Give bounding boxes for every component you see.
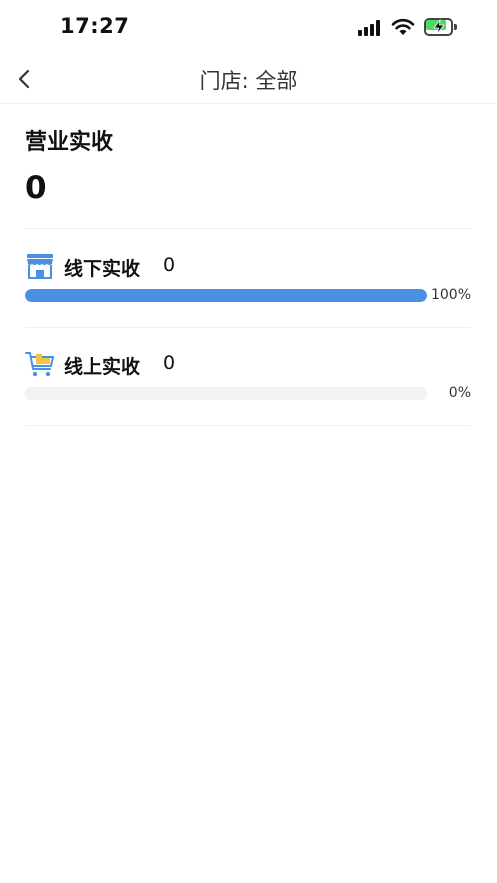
signal-icon <box>358 20 384 36</box>
page-title: 门店: 全部 <box>199 69 298 93</box>
offline-progress-bar <box>25 289 427 302</box>
offline-revenue-label: 线下实收 <box>64 258 141 280</box>
wifi-icon <box>391 18 415 35</box>
shopping-cart-icon <box>25 352 54 377</box>
online-progress-bar <box>25 387 427 400</box>
divider <box>25 228 471 229</box>
status-time: 17:27 <box>60 14 130 38</box>
summary-value: 0 <box>25 170 47 206</box>
status-bar: 17:27 <box>0 0 497 54</box>
storefront-icon <box>27 254 53 279</box>
online-revenue-amount: 0 <box>163 352 176 374</box>
online-revenue-section: 线上实收 0 0% <box>25 349 471 425</box>
divider <box>25 327 471 328</box>
summary-label: 营业实收 <box>25 130 114 155</box>
online-progress-percent: 0% <box>448 385 471 401</box>
offline-progress-percent: 100% <box>430 287 471 303</box>
offline-progress-fill <box>25 289 427 302</box>
offline-revenue-section: 线下实收 0 100% <box>25 251 471 327</box>
online-revenue-label: 线上实收 <box>64 356 141 378</box>
nav-bar: 门店: 全部 <box>0 54 497 104</box>
battery-charging-icon <box>424 18 457 36</box>
offline-revenue-amount: 0 <box>163 254 176 276</box>
divider <box>25 425 471 426</box>
